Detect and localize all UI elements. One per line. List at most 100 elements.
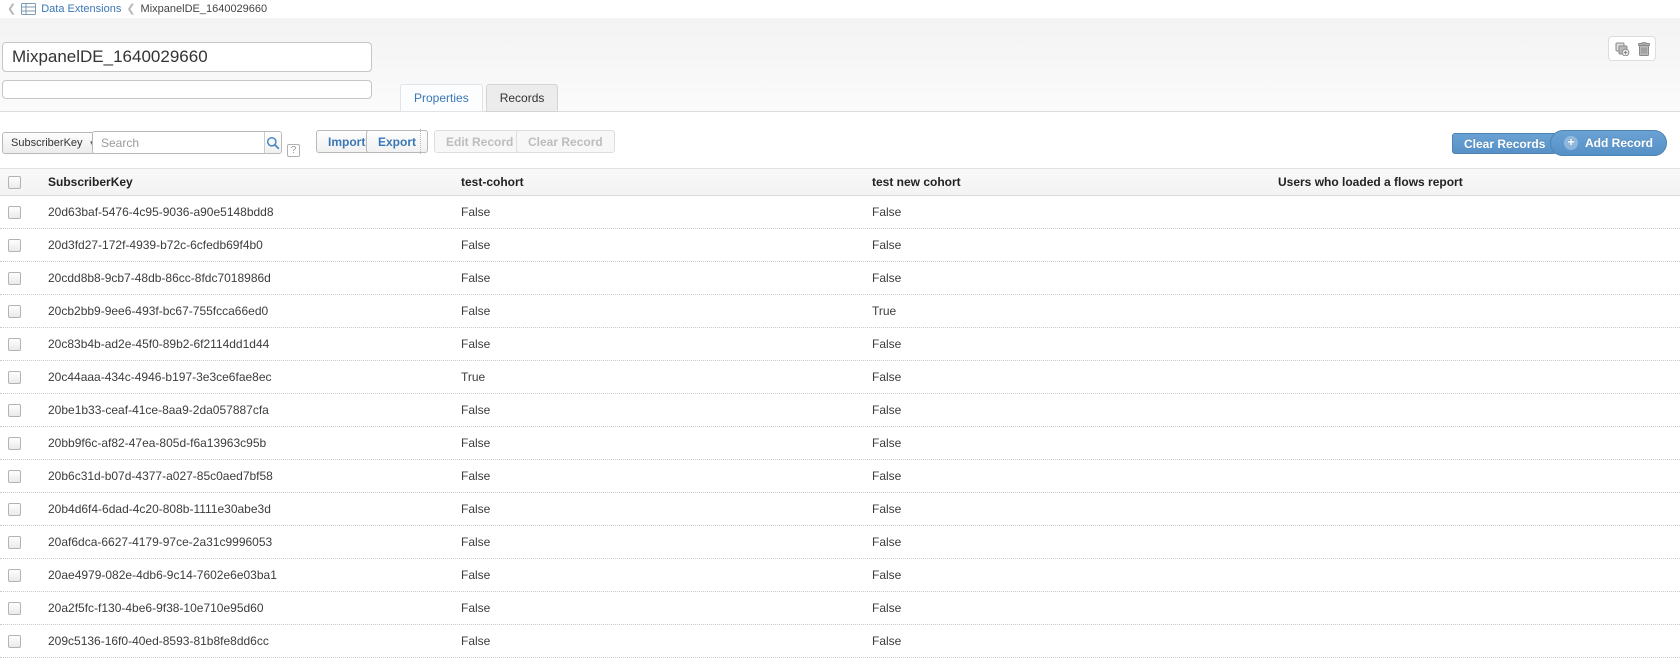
row-checkbox[interactable] (8, 437, 21, 450)
cell-subscriberkey: 20cdd8b8-9cb7-48db-86cc-8fdc7018986d (48, 271, 461, 285)
cell-test-new-cohort: False (872, 436, 1278, 450)
search-field-dropdown-value: SubscriberKey (11, 137, 83, 149)
column-header-subscriberkey[interactable]: SubscriberKey (48, 175, 461, 189)
data-extension-records-page: ❮ Data Extensions ❮ MixpanelDE_164002966… (0, 0, 1680, 658)
help-icon[interactable]: ? (287, 144, 300, 157)
cell-test-cohort: False (461, 271, 872, 285)
delete-icon[interactable] (1638, 42, 1650, 56)
cell-test-cohort: False (461, 304, 872, 318)
breadcrumb-current: MixpanelDE_1640029660 (141, 3, 268, 15)
records-table-body: 20d63baf-5476-4c95-9036-a90e5148bdd8Fals… (0, 196, 1680, 658)
row-checkbox[interactable] (8, 635, 21, 648)
table-row[interactable]: 20b4d6f4-6dad-4c20-808b-1111e30abe3dFals… (0, 493, 1680, 526)
search-box (92, 131, 282, 154)
header-zone: Properties Records (0, 18, 1680, 112)
cell-test-cohort: False (461, 634, 872, 648)
cell-test-cohort: False (461, 601, 872, 615)
cell-test-new-cohort: False (872, 469, 1278, 483)
search-field-dropdown[interactable]: SubscriberKey ▼ (2, 132, 105, 154)
breadcrumb-link-data-extensions[interactable]: Data Extensions (41, 3, 121, 15)
table-row[interactable]: 20c44aaa-434c-4946-b197-3e3ce6fae8ecTrue… (0, 361, 1680, 394)
cell-test-cohort: False (461, 205, 872, 219)
cell-subscriberkey: 20c83b4b-ad2e-45f0-89b2-6f2114dd1d44 (48, 337, 461, 351)
chevron-separator-icon: ❮ (126, 4, 135, 15)
table-row[interactable]: 20be1b33-ceaf-41ce-8aa9-2da057887cfaFals… (0, 394, 1680, 427)
entity-actions-box (1608, 36, 1656, 61)
cell-subscriberkey: 209c5136-16f0-40ed-8593-81b8fe8dd6cc (48, 634, 461, 648)
row-checkbox[interactable] (8, 536, 21, 549)
row-checkbox[interactable] (8, 239, 21, 252)
cell-subscriberkey: 20ae4979-082e-4db6-9c14-7602e6e03ba1 (48, 568, 461, 582)
column-header-users-flows-report[interactable]: Users who loaded a flows report (1278, 175, 1680, 189)
row-checkbox[interactable] (8, 305, 21, 318)
row-checkbox[interactable] (8, 503, 21, 516)
table-row[interactable]: 20cb2bb9-9ee6-493f-bc67-755fcca66ed0Fals… (0, 295, 1680, 328)
chevron-left-icon[interactable]: ❮ (7, 4, 16, 15)
table-row[interactable]: 20d3fd27-172f-4939-b72c-6cfedb69f4b0Fals… (0, 229, 1680, 262)
edit-record-button[interactable]: Edit Record (434, 130, 525, 153)
description-input[interactable] (2, 80, 372, 99)
row-checkbox[interactable] (8, 338, 21, 351)
column-header-test-new-cohort[interactable]: test new cohort (872, 175, 1278, 189)
table-row[interactable]: 20c83b4b-ad2e-45f0-89b2-6f2114dd1d44Fals… (0, 328, 1680, 361)
cell-test-new-cohort: False (872, 205, 1278, 219)
plus-icon: + (1564, 136, 1578, 150)
cell-subscriberkey: 20af6dca-6627-4179-97ce-2a31c9996053 (48, 535, 461, 549)
table-row[interactable]: 20bb9f6c-af82-47ea-805d-f6a13963c95bFals… (0, 427, 1680, 460)
row-checkbox[interactable] (8, 404, 21, 417)
search-button[interactable] (264, 132, 281, 153)
clear-records-button[interactable]: Clear Records (1452, 133, 1557, 154)
column-header-test-cohort[interactable]: test-cohort (461, 175, 872, 189)
row-checkbox[interactable] (8, 206, 21, 219)
cell-test-cohort: False (461, 403, 872, 417)
toolbar-divider (420, 129, 421, 154)
cell-subscriberkey: 20bb9f6c-af82-47ea-805d-f6a13963c95b (48, 436, 461, 450)
export-button[interactable]: Export (366, 130, 428, 153)
add-record-label: Add Record (1585, 136, 1653, 150)
table-row[interactable]: 20af6dca-6627-4179-97ce-2a31c9996053Fals… (0, 526, 1680, 559)
cell-subscriberkey: 20b4d6f4-6dad-4c20-808b-1111e30abe3d (48, 502, 461, 516)
clear-record-button[interactable]: Clear Record (516, 130, 615, 153)
cell-test-cohort: False (461, 535, 872, 549)
select-all-checkbox[interactable] (8, 176, 21, 189)
row-checkbox[interactable] (8, 602, 21, 615)
cell-test-new-cohort: False (872, 502, 1278, 516)
data-extension-grid-icon (21, 3, 36, 15)
table-row[interactable]: 20d63baf-5476-4c95-9036-a90e5148bdd8Fals… (0, 196, 1680, 229)
cell-test-cohort: False (461, 502, 872, 516)
cell-test-cohort: False (461, 568, 872, 582)
row-checkbox[interactable] (8, 371, 21, 384)
name-input[interactable] (2, 42, 372, 72)
cell-subscriberkey: 20d3fd27-172f-4939-b72c-6cfedb69f4b0 (48, 238, 461, 252)
records-table: SubscriberKey test-cohort test new cohor… (0, 168, 1680, 658)
cell-subscriberkey: 20cb2bb9-9ee6-493f-bc67-755fcca66ed0 (48, 304, 461, 318)
tab-bar: Properties Records (400, 84, 558, 112)
cell-test-new-cohort: False (872, 337, 1278, 351)
cell-subscriberkey: 20a2f5fc-f130-4be6-9f38-10e710e95d60 (48, 601, 461, 615)
cell-test-new-cohort: True (872, 304, 1278, 318)
tab-records[interactable]: Records (486, 84, 559, 112)
table-row[interactable]: 20a2f5fc-f130-4be6-9f38-10e710e95d60Fals… (0, 592, 1680, 625)
table-row[interactable]: 20cdd8b8-9cb7-48db-86cc-8fdc7018986dFals… (0, 262, 1680, 295)
cell-test-new-cohort: False (872, 370, 1278, 384)
cell-test-new-cohort: False (872, 271, 1278, 285)
table-row[interactable]: 209c5136-16f0-40ed-8593-81b8fe8dd6ccFals… (0, 625, 1680, 658)
table-row[interactable]: 20b6c31d-b07d-4377-a027-85c0aed7bf58Fals… (0, 460, 1680, 493)
records-toolbar: SubscriberKey ▼ ? Import Export Edit Rec… (0, 112, 1680, 168)
tab-properties[interactable]: Properties (400, 84, 483, 112)
breadcrumb: ❮ Data Extensions ❮ MixpanelDE_164002966… (0, 0, 1680, 18)
row-checkbox[interactable] (8, 470, 21, 483)
search-icon (266, 136, 280, 150)
row-checkbox[interactable] (8, 569, 21, 582)
cell-test-new-cohort: False (872, 238, 1278, 252)
search-input[interactable] (93, 132, 264, 153)
cell-test-new-cohort: False (872, 634, 1278, 648)
cell-test-cohort: False (461, 337, 872, 351)
table-header-row: SubscriberKey test-cohort test new cohor… (0, 168, 1680, 196)
cell-test-cohort: False (461, 238, 872, 252)
cell-test-cohort: False (461, 436, 872, 450)
row-checkbox[interactable] (8, 272, 21, 285)
copy-icon[interactable] (1615, 42, 1630, 56)
table-row[interactable]: 20ae4979-082e-4db6-9c14-7602e6e03ba1Fals… (0, 559, 1680, 592)
add-record-button[interactable]: + Add Record (1550, 130, 1667, 156)
